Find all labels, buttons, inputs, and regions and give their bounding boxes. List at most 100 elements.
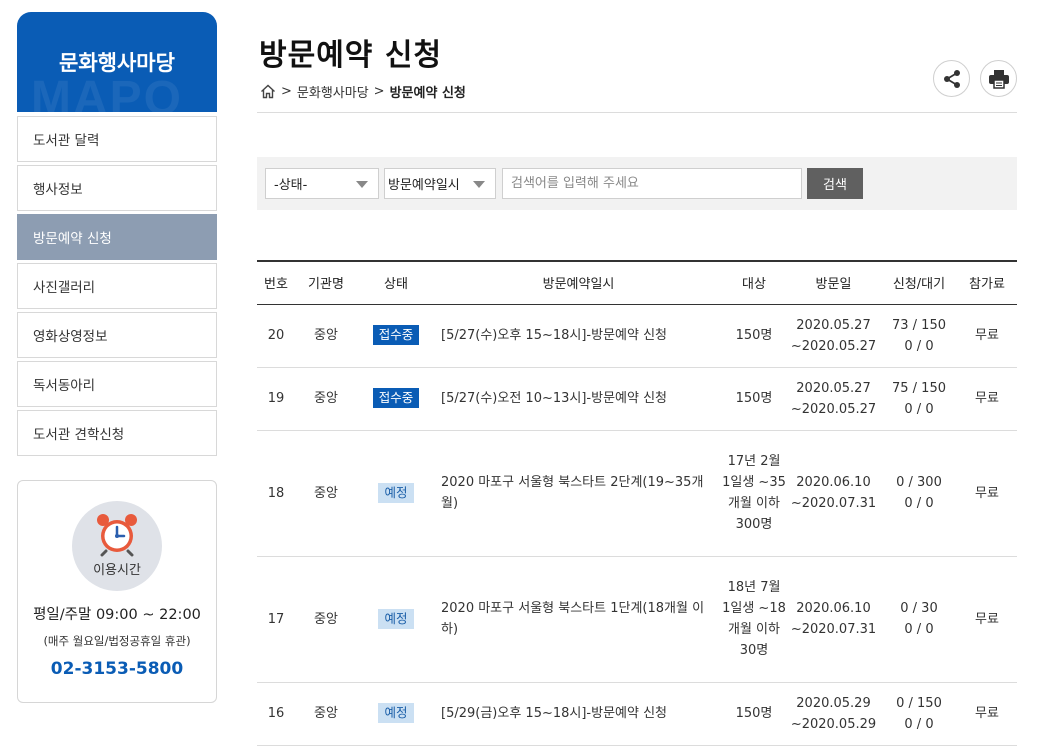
table-row[interactable]: 17 중앙 예정 2020 마포구 서울형 북스타트 1단계(18개월 이하) …: [257, 556, 1017, 683]
cell-no: 16: [257, 682, 295, 746]
header-divider: [257, 112, 1017, 113]
printer-icon: [988, 69, 1009, 89]
col-header-subject: 방문예약일시: [435, 260, 722, 305]
status-badge: 접수중: [372, 325, 420, 345]
breadcrumb-separator: >: [373, 84, 385, 99]
wait-count: 0 / 0: [904, 401, 934, 417]
cell-fee: 무료: [957, 556, 1017, 683]
cell-status: 접수중: [357, 367, 435, 431]
share-button[interactable]: [933, 60, 970, 97]
hours-note: (매주 월요일/법정공휴일 휴관): [43, 634, 191, 648]
reservation-table: 번호 기관명 상태 방문예약일시 대상 방문일 신청/대기 참가료 20 중앙 …: [257, 260, 1017, 746]
hours-icon-circle: 이용시간: [72, 501, 162, 591]
cell-apply: 0 / 300 0 / 0: [881, 430, 957, 557]
date-to: ~2020.05.29: [790, 716, 877, 732]
cell-org: 중앙: [295, 304, 357, 368]
cell-no: 18: [257, 430, 295, 557]
breadcrumb-link-culture[interactable]: 문화행사마당: [297, 82, 369, 101]
table-row[interactable]: 20 중앙 접수중 [5/27(수)오후 15~18시]-방문예약 신청 150…: [257, 304, 1017, 368]
cell-subject-link[interactable]: [5/27(수)오후 15~18시]-방문예약 신청: [435, 304, 722, 368]
cell-status: 접수중: [357, 304, 435, 368]
search-bar: -상태- 방문예약일시 검색: [257, 157, 1017, 210]
home-icon[interactable]: [260, 84, 276, 99]
cell-apply: 0 / 150 0 / 0: [881, 682, 957, 746]
sidebar-item-gallery[interactable]: 사진갤러리: [17, 263, 217, 309]
cell-org: 중앙: [295, 367, 357, 431]
col-header-visit-date: 방문일: [786, 260, 881, 305]
breadcrumb-current: 방문예약 신청: [389, 86, 466, 101]
table-header-row: 번호 기관명 상태 방문예약일시 대상 방문일 신청/대기 참가료: [257, 260, 1017, 305]
hours-box: 이용시간 평일/주말 09:00 ~ 22:00 (매주 월요일/법정공휴일 휴…: [17, 480, 217, 703]
sidebar-watermark: MAPO: [31, 72, 183, 112]
cell-subject-link[interactable]: 2020 마포구 서울형 북스타트 1단계(18개월 이하): [435, 556, 722, 683]
cell-subject-link[interactable]: [5/29(금)오후 15~18시]-방문예약 신청: [435, 682, 722, 746]
col-header-org: 기관명: [295, 260, 357, 305]
share-icon: [943, 69, 960, 88]
cell-visit-date: 2020.05.27 ~2020.05.27: [786, 367, 881, 431]
breadcrumb-separator: >: [281, 84, 292, 99]
sidebar-menu: 도서관 달력 행사정보 방문예약 신청 사진갤러리 영화상영정보 독서동아리 도…: [17, 116, 217, 456]
sidebar-item-visit-reservation[interactable]: 방문예약 신청: [17, 214, 217, 260]
status-select-value: -상태-: [274, 178, 308, 193]
cell-status: 예정: [357, 682, 435, 746]
cell-subject-link[interactable]: 2020 마포구 서울형 북스타트 2단계(19~35개월): [435, 430, 722, 557]
cell-no: 17: [257, 556, 295, 683]
col-header-apply: 신청/대기: [881, 260, 957, 305]
cell-visit-date: 2020.06.10 ~2020.07.31: [786, 430, 881, 557]
alarm-clock-icon: [97, 514, 137, 557]
apply-count: 73 / 150: [892, 317, 946, 333]
cell-org: 중앙: [295, 556, 357, 683]
wait-count: 0 / 0: [904, 338, 934, 354]
cell-target: 150명: [722, 304, 786, 368]
date-from: 2020.06.10: [796, 601, 871, 616]
chevron-down-icon: [356, 181, 368, 188]
sidebar-item-events[interactable]: 행사정보: [17, 165, 217, 211]
chevron-down-icon: [473, 181, 485, 188]
cell-apply: 0 / 30 0 / 0: [881, 556, 957, 683]
print-button[interactable]: [980, 60, 1017, 97]
cell-visit-date: 2020.05.27 ~2020.05.27: [786, 304, 881, 368]
cell-no: 20: [257, 304, 295, 368]
wait-count: 0 / 0: [904, 622, 934, 637]
date-from: 2020.05.27: [796, 380, 871, 396]
date-to: ~2020.07.31: [790, 622, 877, 637]
date-to: ~2020.05.27: [790, 401, 877, 417]
date-from: 2020.06.10: [796, 475, 871, 490]
table-row[interactable]: 16 중앙 예정 [5/29(금)오후 15~18시]-방문예약 신청 150명…: [257, 682, 1017, 746]
wait-count: 0 / 0: [904, 496, 934, 511]
cell-status: 예정: [357, 430, 435, 557]
sidebar: MAPO 문화행사마당 도서관 달력 행사정보 방문예약 신청 사진갤러리 영화…: [17, 12, 217, 703]
search-field-select[interactable]: 방문예약일시: [384, 168, 496, 199]
cell-visit-date: 2020.06.10 ~2020.07.31: [786, 556, 881, 683]
table-row[interactable]: 19 중앙 접수중 [5/27(수)오전 10~13시]-방문예약 신청 150…: [257, 367, 1017, 431]
apply-count: 0 / 300: [896, 475, 942, 490]
sidebar-header: MAPO 문화행사마당: [17, 12, 217, 112]
search-input[interactable]: [502, 168, 802, 199]
sidebar-item-book-club[interactable]: 독서동아리: [17, 361, 217, 407]
hours-time: 평일/주말 09:00 ~ 22:00: [33, 607, 201, 623]
hours-phone: 02-3153-5800: [50, 659, 184, 679]
page-title: 방문예약 신청: [259, 38, 443, 73]
status-badge: 예정: [378, 482, 414, 503]
table-row[interactable]: 18 중앙 예정 2020 마포구 서울형 북스타트 2단계(19~35개월) …: [257, 430, 1017, 557]
search-button[interactable]: 검색: [807, 168, 863, 199]
hours-icon-label: 이용시간: [93, 563, 141, 578]
date-to: ~2020.05.27: [790, 338, 877, 354]
apply-count: 0 / 30: [900, 601, 938, 616]
status-badge: 접수중: [372, 388, 420, 408]
cell-visit-date: 2020.05.29 ~2020.05.29: [786, 682, 881, 746]
col-header-target: 대상: [722, 260, 786, 305]
cell-subject-link[interactable]: [5/27(수)오전 10~13시]-방문예약 신청: [435, 367, 722, 431]
date-to: ~2020.07.31: [790, 496, 877, 511]
sidebar-item-calendar[interactable]: 도서관 달력: [17, 116, 217, 162]
status-badge: 예정: [378, 703, 414, 723]
search-field-select-value: 방문예약일시: [388, 178, 460, 193]
cell-target: 150명: [722, 367, 786, 431]
sidebar-item-movies[interactable]: 영화상영정보: [17, 312, 217, 358]
status-select[interactable]: -상태-: [265, 168, 379, 199]
wait-count: 0 / 0: [904, 716, 934, 732]
sidebar-item-library-tour[interactable]: 도서관 견학신청: [17, 410, 217, 456]
apply-count: 75 / 150: [892, 380, 946, 396]
cell-fee: 무료: [957, 430, 1017, 557]
cell-apply: 73 / 150 0 / 0: [881, 304, 957, 368]
